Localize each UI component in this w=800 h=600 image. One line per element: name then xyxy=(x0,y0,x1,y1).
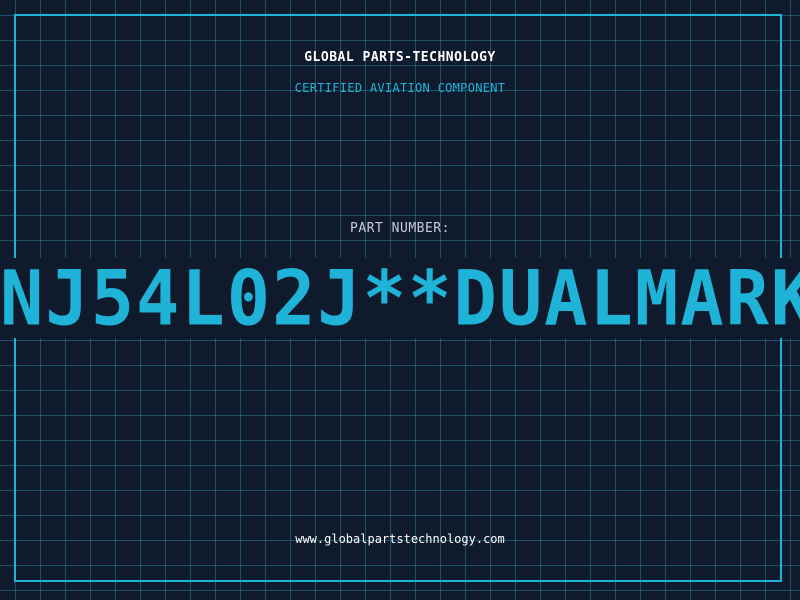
part-number-label: PART NUMBER: xyxy=(350,221,450,236)
certification-subtitle: CERTIFIED AVIATION COMPONENT xyxy=(294,81,506,95)
label-canvas: GLOBAL PARTS-TECHNOLOGY CERTIFIED AVIATI… xyxy=(0,0,800,600)
part-number-value: NJ54L02J**DUALMARK xyxy=(0,256,800,340)
website-url: www.globalpartstechnology.com xyxy=(295,532,505,546)
brand-title: GLOBAL PARTS-TECHNOLOGY xyxy=(304,50,496,65)
